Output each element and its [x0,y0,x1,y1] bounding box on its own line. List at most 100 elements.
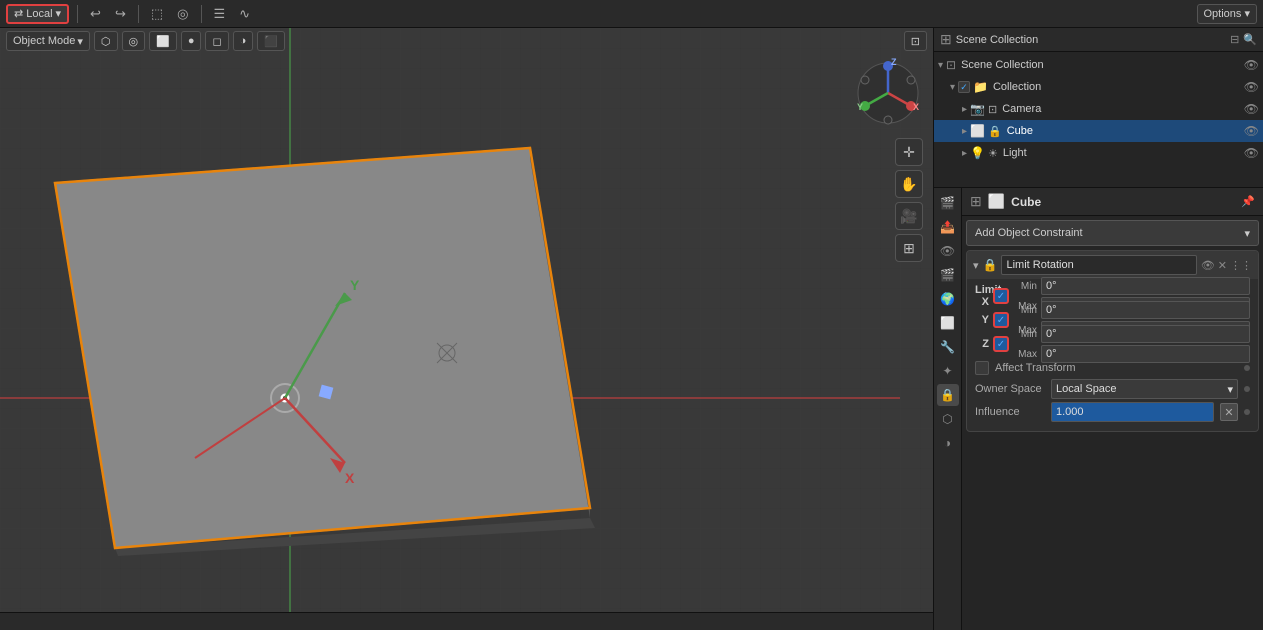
props-main: ⊞ ⬜ Cube 📌 Add Object Constraint ▾ [962,188,1263,630]
viewport[interactable]: Y X Object Mode ▾ ⬡ ◎ [0,28,933,630]
props-modifier-icon[interactable]: 🔧 [937,336,959,358]
viewport-right-strip: ✛ ✋ 🎥 ⊞ [895,138,923,262]
outliner-title: Scene Collection [956,34,1039,46]
collection-eye[interactable]: 👁 [1244,80,1259,94]
constraint-delete-icon[interactable]: ✕ [1218,259,1227,272]
props-constraint-icon[interactable]: 🔒 [937,384,959,406]
mode-selector[interactable]: ⇄ Local ▾ [6,4,69,24]
constraint-move-icon[interactable]: ⋮⋮ [1230,259,1252,272]
xray-btn[interactable]: ⬜ [149,31,177,51]
outliner-camera[interactable]: ▸ 📷 ⊡ Camera 👁 [934,98,1263,120]
cube-constraint-icon: 🔒 [988,125,1002,138]
shading-render-btn[interactable]: ◑ [233,31,254,51]
props-material-icon[interactable]: ◑ [937,432,959,454]
limit-x-min-value[interactable]: 0° [1041,277,1250,295]
affect-transform-checkbox[interactable] [975,361,989,375]
collection-icon: 📁 [973,80,988,94]
scene-eye-icon[interactable]: 👁 [1244,58,1259,72]
svg-text:Y: Y [857,102,863,112]
limit-y-check[interactable] [993,312,1009,328]
cube-eye[interactable]: 👁 [1244,124,1259,138]
redo-icon[interactable]: ↪ [111,4,130,24]
light-icon2: ☀ [988,147,998,160]
filter-icon[interactable]: ⊟ [1230,33,1239,46]
limit-z-max-value[interactable]: 0° [1041,345,1250,363]
props-output-icon[interactable]: 📤 [937,216,959,238]
owner-space-dropdown[interactable]: Local Space ▾ [1051,379,1238,399]
props-world-icon[interactable]: 🌍 [937,288,959,310]
limit-z-label: Z [975,338,989,350]
collection-checkbox[interactable] [958,81,970,93]
props-particles-icon[interactable]: ✦ [937,360,959,382]
constraint-eye-icon[interactable]: 👁 [1201,259,1215,272]
light-icon: 💡 [970,146,985,160]
transform-icon[interactable]: ☰ [210,4,230,24]
toolbar-sep-2 [138,5,139,23]
props-data-icon[interactable]: ⬡ [937,408,959,430]
limit-x-check[interactable] [993,288,1009,304]
constraint-name-input[interactable] [1001,255,1196,275]
curve-icon[interactable]: ∿ [235,4,254,24]
owner-space-row: Owner Space Local Space ▾ [975,379,1250,399]
object-mode-btn[interactable]: Object Mode ▾ [6,31,90,51]
limit-z-check[interactable] [993,336,1009,352]
svg-text:Z: Z [891,58,897,67]
shading-rendered-btn[interactable]: ⬛ [257,31,285,51]
limit-x-min-label: Min [1013,281,1037,292]
props-object-icon[interactable]: ⬜ [937,312,959,334]
shading-solid-btn[interactable]: ● [181,31,202,51]
undo-icon[interactable]: ↩ [86,4,105,24]
constraint-header: ▾ 🔒 👁 ✕ ⋮⋮ [967,251,1258,279]
outliner-collection[interactable]: ▾ 📁 Collection 👁 [934,76,1263,98]
outliner-light[interactable]: ▸ 💡 ☀ Light 👁 [934,142,1263,164]
vp-topbar-right: ⊡ [904,31,927,51]
outliner-scene-collection[interactable]: ▾ ⊡ Scene Collection 👁 [934,54,1263,76]
limit-y-min-value[interactable]: 0° [1041,301,1250,319]
limit-z-row: Z Min 0° [975,333,1250,355]
props-header: ⊞ ⬜ Cube 📌 [962,188,1263,216]
viewport-topbar: Object Mode ▾ ⬡ ◎ ⬜ ● ◻ ◑ ⬛ ⊡ [0,28,933,54]
props-render-icon[interactable]: 🎬 [937,192,959,214]
props-title: Cube [1011,195,1041,209]
influence-reset-btn[interactable]: ✕ [1220,403,1238,421]
vp-topbar-left: Object Mode ▾ ⬡ ◎ ⬜ ● ◻ ◑ ⬛ [6,31,285,51]
perspective-toggle[interactable]: ⊡ [904,31,927,51]
outliner-body: ▾ ⊡ Scene Collection 👁 ▾ 📁 Collection 👁 … [934,52,1263,187]
perspective-label: ⊡ [911,35,920,48]
proportional-icon[interactable]: ◎ [173,4,192,24]
camera-btn[interactable]: 🎥 [895,202,923,230]
collection-arrow: ▾ [950,82,955,93]
outliner-cube[interactable]: ▸ ⬜ 🔒 Cube 👁 [934,120,1263,142]
props-pin-icon[interactable]: 📌 [1241,195,1255,208]
viewport-shading-btn[interactable]: ⬡ [94,31,118,51]
light-eye[interactable]: 👁 [1244,146,1259,160]
options-button[interactable]: Options ▾ [1197,4,1258,24]
properties-panel: 🎬 📤 👁 🎬 🌍 ⬜ 🔧 ✦ 🔒 ⬡ ◑ ⊞ ⬜ [934,188,1263,630]
props-scene-icon[interactable]: 🎬 [937,264,959,286]
gizmo-area[interactable]: Z X Y [853,58,923,128]
add-constraint-arrow: ▾ [1244,227,1250,240]
cursor-btn[interactable]: ✛ [895,138,923,166]
shading-wire-btn[interactable]: ◻ [205,31,228,51]
hand-btn[interactable]: ✋ [895,170,923,198]
overlay-btn[interactable]: ◎ [122,31,146,51]
snap-icon[interactable]: ⬚ [147,4,167,24]
gizmo-svg: Z X Y [853,58,923,128]
viewport-bottom-bar [0,612,933,630]
props-header-editor-icon: ⊞ [970,193,982,210]
options-label: Options ▾ [1204,7,1251,20]
props-header-obj-icon: ⬜ [988,193,1005,210]
scene-collection-label: Scene Collection [961,59,1044,71]
mode-arrow: ▾ [56,7,62,20]
owner-space-label: Owner Space [975,383,1045,395]
search-icon[interactable]: 🔍 [1243,33,1257,46]
influence-row: Influence 1.000 ✕ [975,402,1250,422]
cube-arrow: ▸ [962,126,967,137]
props-view-icon[interactable]: 👁 [937,240,959,262]
constraint-expand-arrow[interactable]: ▾ [973,259,979,272]
influence-bar[interactable]: 1.000 [1051,402,1214,422]
camera-eye[interactable]: 👁 [1244,102,1259,116]
limit-z-min-value[interactable]: 0° [1041,325,1250,343]
grid-btn[interactable]: ⊞ [895,234,923,262]
add-constraint-btn[interactable]: Add Object Constraint ▾ [966,220,1259,246]
